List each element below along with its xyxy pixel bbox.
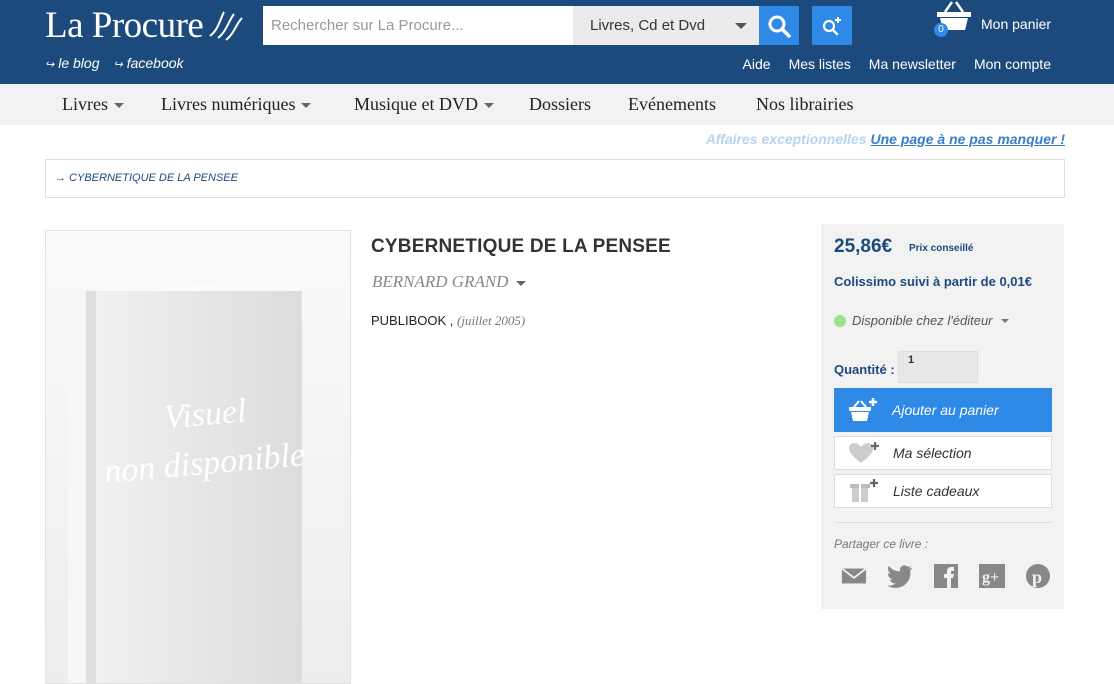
my-lists-link[interactable]: Mes listes bbox=[789, 56, 851, 72]
quantity-label: Quantité : bbox=[834, 362, 895, 377]
nav-item-livres-numeriques[interactable]: Livres numériques bbox=[161, 94, 312, 115]
hook-arrow-icon: ↪ bbox=[45, 59, 55, 71]
gift-list-button[interactable]: Liste cadeaux bbox=[834, 474, 1052, 508]
account-links: Aide Mes listes Ma newsletter Mon compte bbox=[743, 56, 1051, 72]
my-account-link[interactable]: Mon compte bbox=[974, 56, 1051, 72]
chevron-down-icon bbox=[484, 103, 494, 109]
google-plus-share-icon[interactable]: g+ bbox=[979, 564, 1005, 588]
breadcrumb[interactable]: → CYBERNETIQUE DE LA PENSEE bbox=[45, 159, 1065, 198]
cart-label: Mon panier bbox=[981, 16, 1052, 32]
facebook-link[interactable]: ↪ facebook bbox=[113, 55, 183, 71]
heart-plus-icon bbox=[849, 442, 879, 463]
newsletter-link[interactable]: Ma newsletter bbox=[869, 56, 956, 72]
search-plus-icon bbox=[822, 16, 841, 35]
advanced-search-button[interactable] bbox=[812, 6, 852, 45]
twitter-share-icon[interactable] bbox=[887, 564, 913, 588]
publication-date: (juillet 2005) bbox=[457, 313, 526, 328]
nav-item-evenements[interactable]: Evénements bbox=[628, 94, 716, 115]
chevron-down-icon bbox=[1000, 318, 1009, 323]
nav-item-musique-dvd[interactable]: Musique et DVD bbox=[354, 94, 494, 115]
promo-faded-text[interactable]: Affaires exceptionnelles bbox=[706, 131, 867, 147]
book-cover-image: Visuel non disponible bbox=[45, 230, 351, 684]
cart-count-badge: 0 bbox=[934, 23, 948, 37]
hook-arrow-icon: ↪ bbox=[113, 59, 123, 71]
shipping-info: Colissimo suivi à partir de 0,01€ bbox=[834, 274, 1032, 289]
facebook-share-icon[interactable] bbox=[933, 564, 959, 588]
chevron-down-icon bbox=[516, 280, 527, 286]
promo-banner: Affaires exceptionnelles Une page à ne pa… bbox=[706, 131, 1065, 147]
logo-swoosh-icon bbox=[209, 11, 243, 41]
svg-text:p: p bbox=[1032, 567, 1042, 587]
email-share-icon[interactable] bbox=[841, 564, 867, 588]
search-bar: Livres, Cd et Dvd bbox=[263, 6, 759, 45]
help-link[interactable]: Aide bbox=[743, 56, 771, 72]
price: 25,86€ bbox=[834, 236, 893, 257]
site-header: La Procure ↪le blog ↪facebook Livres, Cd… bbox=[0, 0, 1114, 84]
pinterest-share-icon[interactable]: p bbox=[1025, 564, 1051, 588]
chevron-down-icon bbox=[113, 103, 124, 109]
nav-item-nos-librairies[interactable]: Nos librairies bbox=[756, 94, 853, 115]
promo-link[interactable]: Une page à ne pas manquer ! bbox=[871, 131, 1066, 147]
chevron-down-icon bbox=[735, 23, 747, 29]
search-input[interactable] bbox=[263, 6, 573, 45]
blog-link[interactable]: ↪ le blog bbox=[45, 55, 99, 71]
search-button[interactable] bbox=[759, 6, 799, 45]
status-dot-icon bbox=[834, 314, 846, 327]
cart-button[interactable]: 0 Mon panier bbox=[934, 0, 1064, 45]
main-nav: Livres Livres numériques Musique et DVD … bbox=[0, 84, 1114, 125]
nav-item-dossiers[interactable]: Dossiers bbox=[529, 94, 591, 115]
header-social-links: ↪ le blog ↪ facebook bbox=[45, 55, 184, 71]
book-author[interactable]: BERNARD GRAND bbox=[372, 272, 527, 292]
share-label: Partager ce livre : bbox=[834, 537, 929, 551]
add-to-cart-button[interactable]: Ajouter au panier bbox=[834, 388, 1052, 432]
purchase-panel: 25,86€ Prix conseillé Colissimo suivi à … bbox=[821, 224, 1064, 609]
book-title: CYBERNETIQUE DE LA PENSEE bbox=[371, 236, 671, 257]
search-category-select[interactable]: Livres, Cd et Dvd bbox=[573, 6, 759, 45]
panel-divider bbox=[834, 522, 1052, 523]
price-note: Prix conseillé bbox=[909, 243, 974, 254]
nav-item-livres[interactable]: Livres bbox=[62, 94, 124, 115]
chevron-down-icon bbox=[301, 103, 312, 109]
my-selection-button[interactable]: Ma sélection bbox=[834, 436, 1052, 470]
search-icon bbox=[768, 15, 791, 38]
availability-status[interactable]: Disponible chez l'éditeur bbox=[834, 313, 1009, 328]
image-unavailable-label: Visuel non disponible bbox=[102, 392, 307, 491]
book-publisher: PUBLIBOOK , (juillet 2005) bbox=[371, 313, 525, 329]
gift-plus-icon bbox=[850, 479, 878, 502]
share-buttons: g+ p bbox=[841, 564, 1051, 588]
svg-text:g+: g+ bbox=[982, 569, 999, 586]
search-category-value: Livres, Cd et Dvd bbox=[590, 17, 706, 34]
publisher-name[interactable]: PUBLIBOOK , bbox=[371, 313, 453, 328]
site-logo[interactable]: La Procure bbox=[45, 4, 204, 47]
basket-plus-icon bbox=[849, 398, 877, 421]
quantity-input[interactable] bbox=[898, 351, 978, 383]
